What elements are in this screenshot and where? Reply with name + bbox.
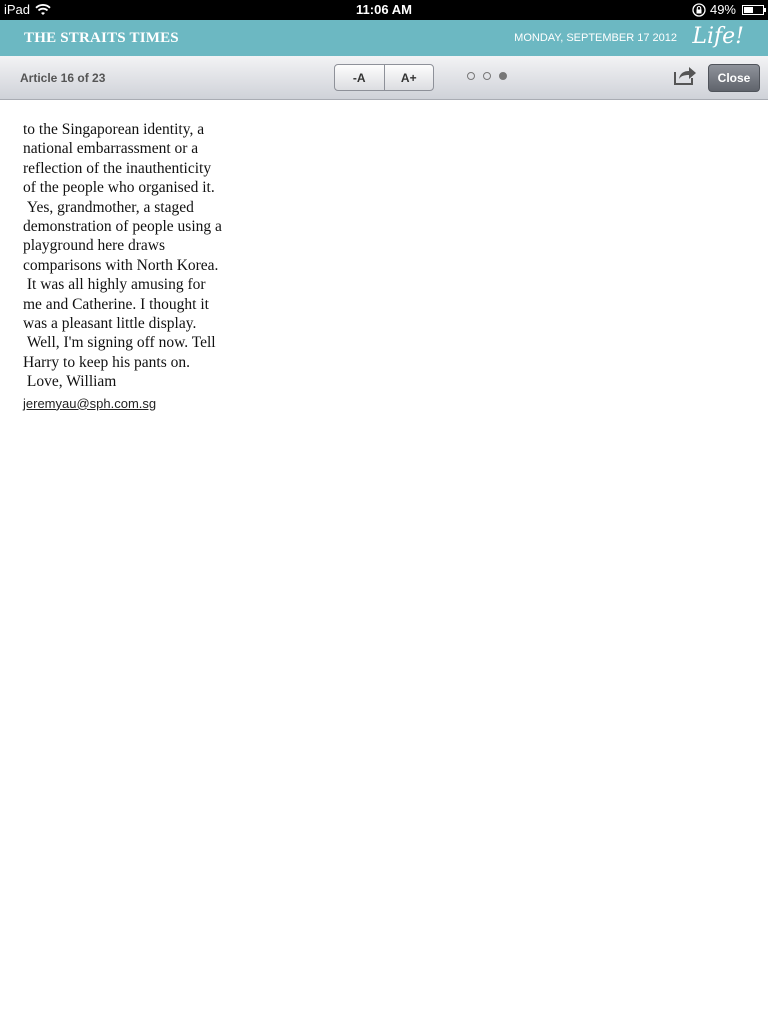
article-line: me and Catherine. I thought it	[23, 295, 209, 313]
decrease-font-button[interactable]: -A	[335, 65, 384, 90]
article-line: to the Singaporean identity, a	[23, 121, 205, 138]
font-size-control: -A A+	[334, 64, 434, 91]
page-dot-3[interactable]	[499, 72, 507, 80]
article-line: It was all highly amusing for	[23, 276, 206, 294]
article-line: Harry to keep his pants on.	[23, 353, 191, 371]
article-line: comparisons with North Korea.	[23, 256, 219, 274]
publication-title: THE STRAITS TIMES	[24, 30, 179, 46]
battery-percent: 49%	[709, 2, 736, 17]
article-line: reflection of the inauthenticity	[23, 159, 212, 177]
article-counter: Article 16 of 23	[20, 71, 106, 85]
author-email-link[interactable]: jeremyau@sph.com.sg	[23, 394, 156, 413]
article-line: Yes, grandmother, a staged	[23, 198, 194, 216]
status-bar: iPad 11:06 AM 49%	[0, 0, 768, 20]
reader-toolbar: Article 16 of 23 -A A+	[0, 56, 768, 100]
battery-icon	[742, 4, 766, 15]
article-line: national embarrassment or a	[23, 140, 199, 158]
article-line: of the people who organised it.	[23, 179, 215, 197]
increase-font-button[interactable]: A+	[383, 65, 434, 90]
article-line: Well, I'm signing off now. Tell	[23, 334, 216, 352]
masthead: THE STRAITS TIMES MONDAY, SEPTEMBER 17 2…	[0, 20, 768, 56]
share-icon[interactable]	[673, 64, 697, 86]
article-body: to the Singaporean identity, a national …	[23, 120, 263, 413]
close-button[interactable]: Close	[708, 64, 760, 92]
page-indicator[interactable]	[467, 72, 507, 80]
page-dot-1[interactable]	[467, 72, 475, 80]
page-dot-2[interactable]	[483, 72, 491, 80]
rotation-lock-icon	[692, 2, 706, 17]
article-line: demonstration of people using a	[23, 218, 222, 236]
article-line: Love, William	[23, 373, 117, 391]
status-time: 11:06 AM	[356, 2, 412, 17]
issue-date: MONDAY, SEPTEMBER 17 2012	[514, 32, 677, 44]
article-line: playground here draws	[23, 237, 166, 255]
article-line: was a pleasant little display.	[23, 315, 197, 333]
section-logo: Life!	[692, 24, 744, 49]
